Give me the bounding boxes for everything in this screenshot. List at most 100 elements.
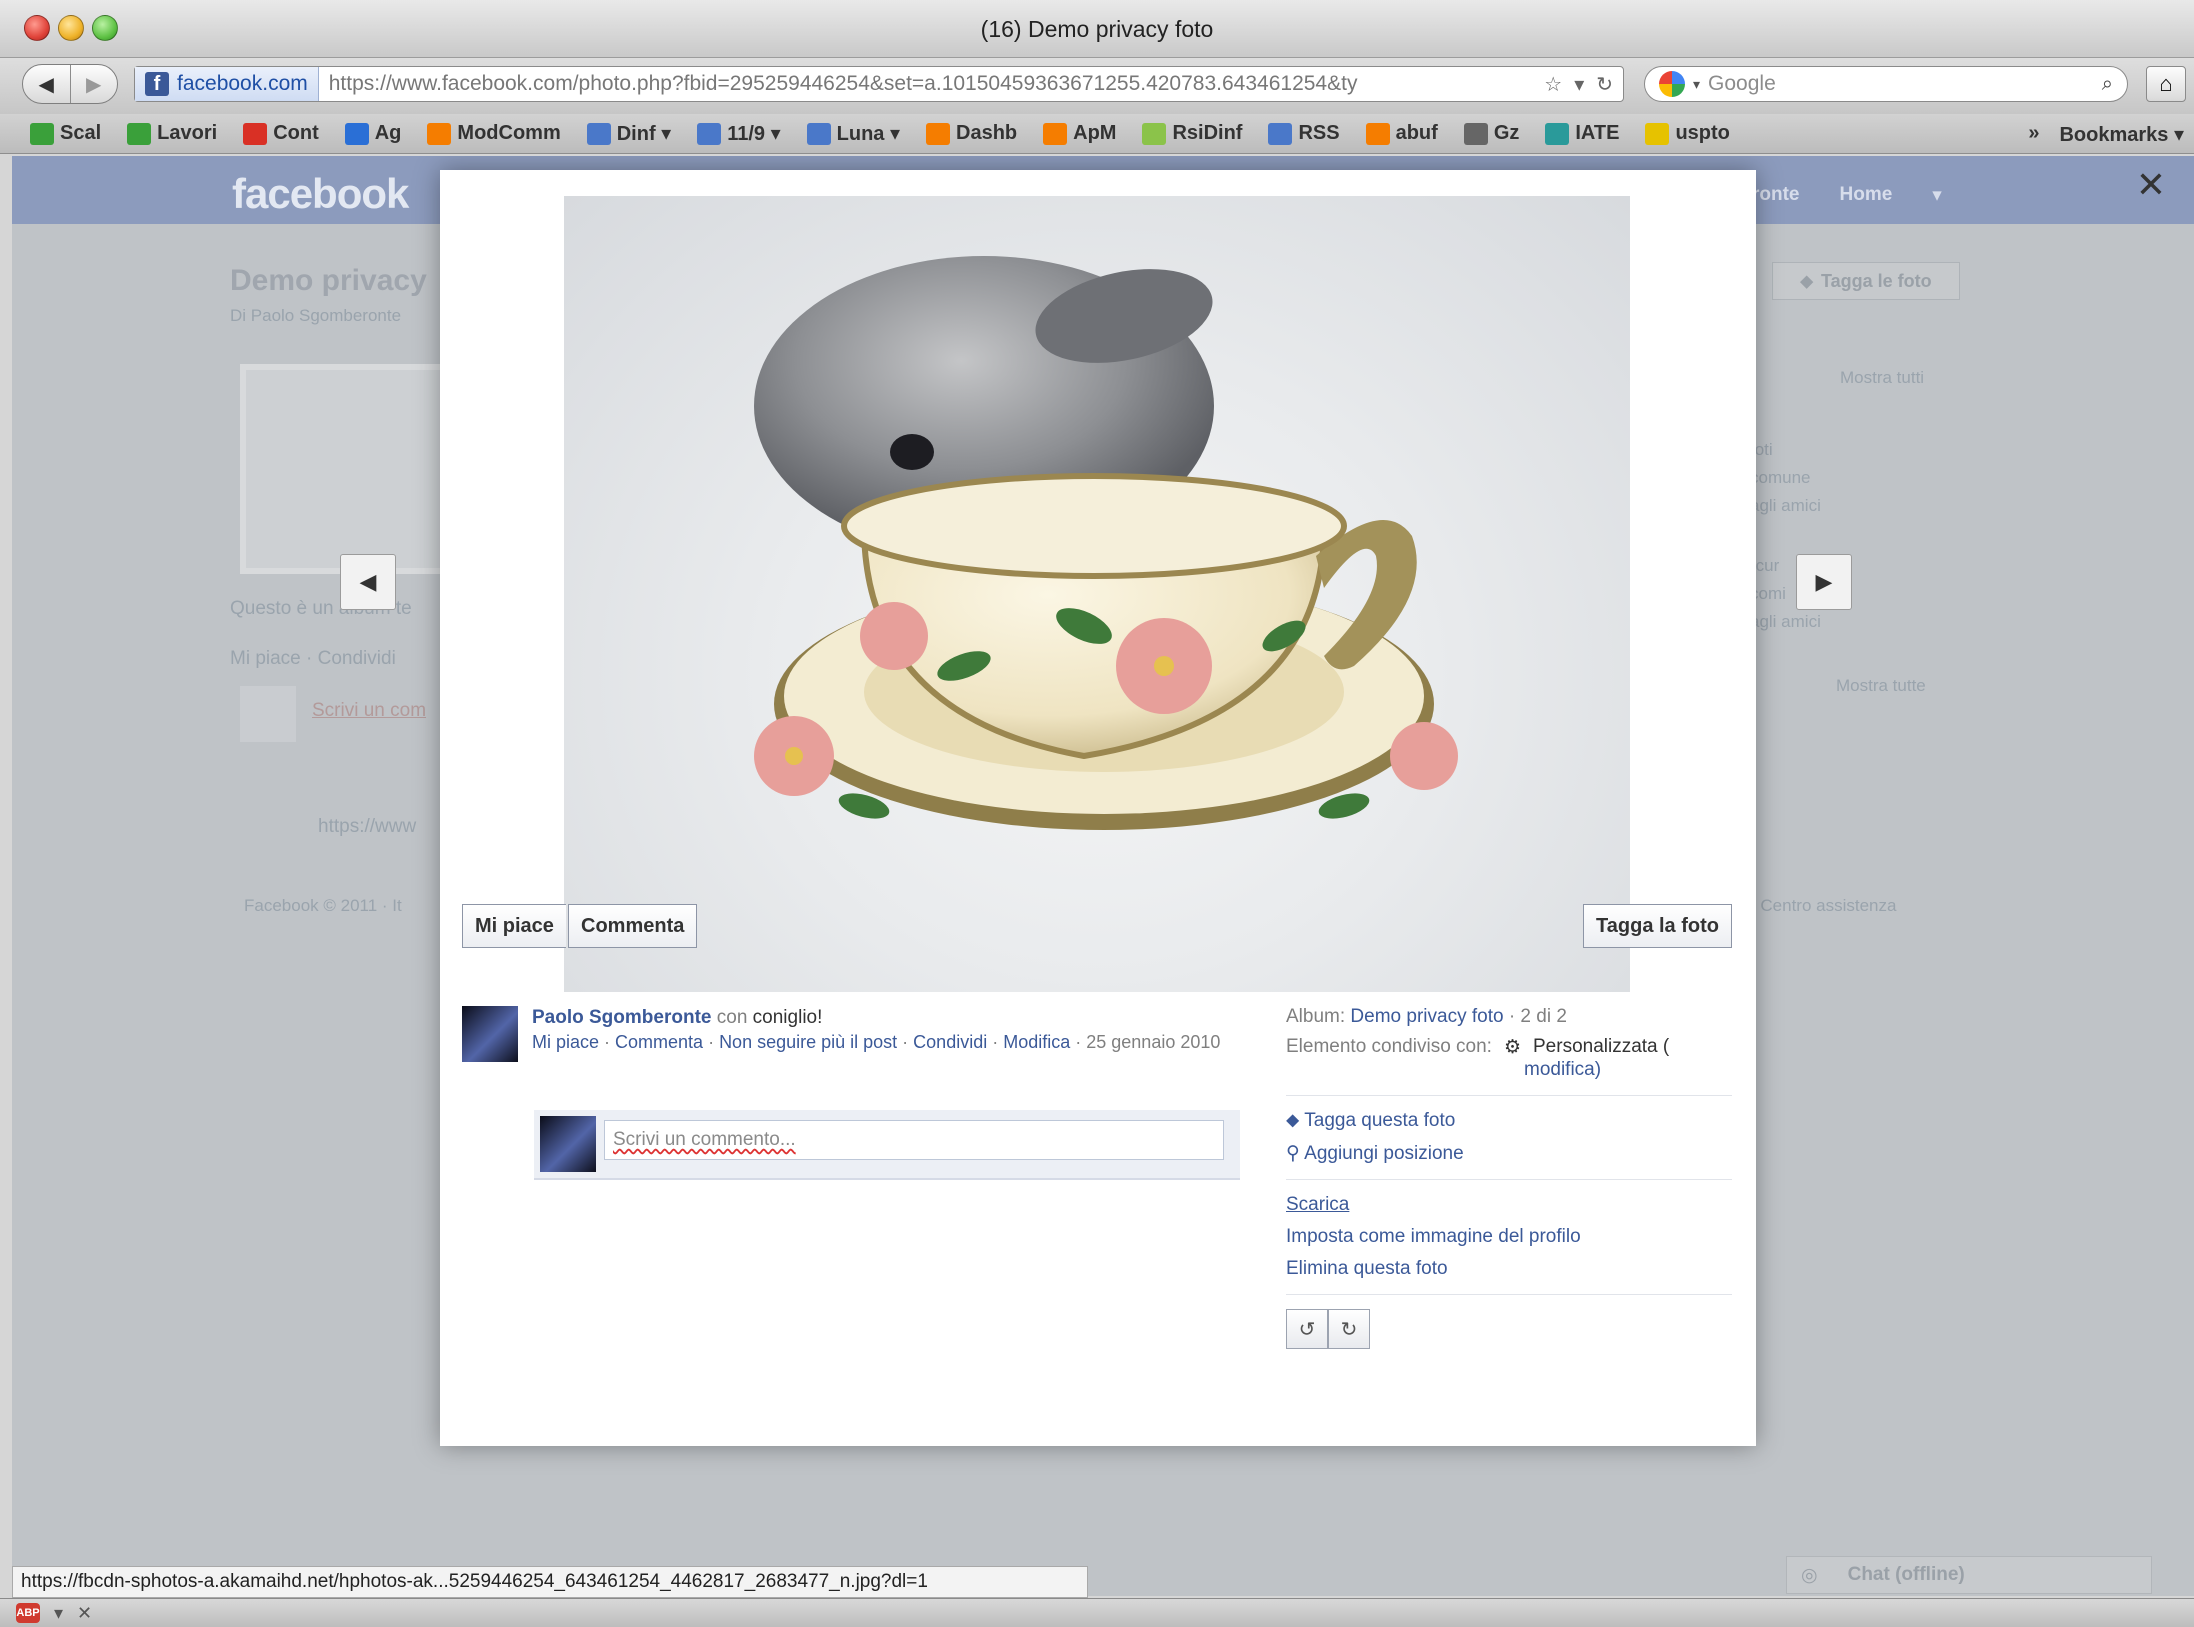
address-bar[interactable]: f facebook.com https://www.facebook.com/… [134,66,1624,102]
bg-tag-photos-button[interactable]: ⬥ Tagga le foto [1772,262,1960,300]
bookmark-item[interactable]: Scal [30,122,101,145]
bookmarks-menu-button[interactable]: Bookmarks ▾ [2059,122,2184,147]
album-link[interactable]: https://www [318,816,416,838]
site-identity-button[interactable]: f facebook.com [135,67,319,101]
action-share-link[interactable]: Condividi [913,1032,987,1052]
close-viewer-icon[interactable]: ✕ [2136,164,2166,206]
bookmark-label: RsiDinf [1172,122,1243,144]
action-like-link[interactable]: Mi piace [532,1032,599,1052]
bookmark-item[interactable]: uspto [1645,122,1730,145]
footer-help-link[interactable]: · Centro assistenza [1750,896,1896,916]
title-bar: (16) Demo privacy foto [0,0,2194,58]
grid-icon [30,122,54,145]
chat-sidebar-tab[interactable]: ◎ Chat (offline) [1786,1556,2152,1594]
bookmark-star-icon[interactable]: ☆ [1544,72,1562,97]
bookmark-item[interactable]: Dinf ▾ [586,121,672,146]
bookmark-item[interactable]: 11/9 ▾ [697,121,781,146]
rotate-left-icon[interactable]: ↺ [1286,1309,1328,1349]
bg-avatar [240,686,296,742]
with-text: con [711,1007,753,1028]
bookmark-label: ModComm [457,122,561,144]
album-link[interactable]: Demo privacy foto [1350,1006,1503,1027]
privacy-edit-link[interactable]: modifica) [1524,1059,1601,1080]
bookmark-item[interactable]: Ag [344,122,401,145]
tagged-text: coniglio! [752,1007,823,1028]
action-edit-link[interactable]: Modifica [1003,1032,1070,1052]
search-magnifier-icon[interactable]: ⌕ [2102,73,2113,96]
action-unfollow-link[interactable]: Non seguire più il post [719,1032,897,1052]
photo-image[interactable] [564,196,1630,992]
bookmark-item[interactable]: RsiDinf [1142,122,1242,145]
header-home-link[interactable]: Home [1840,184,1893,207]
bookmark-item[interactable]: RSS [1268,122,1340,145]
author-link[interactable]: Paolo Sgomberonte [532,1007,711,1028]
bookmark-item[interactable]: Gz [1463,122,1519,145]
album-title: Demo privacy [230,264,427,297]
bookmark-item[interactable]: Dashb [926,122,1017,145]
action-comment-link[interactable]: Commenta [615,1032,703,1052]
rotate-right-icon[interactable]: ↻ [1328,1309,1370,1349]
bg-tag-photos-label: Tagga le foto [1820,270,1932,291]
bookmark-item[interactable]: ModComm [427,122,561,145]
photo-viewer-dialog: Mi piace Commenta Tagga la foto Paolo Sg… [440,170,1756,1446]
reload-icon[interactable]: ↻ [1596,72,1613,97]
tag-photo-button[interactable]: Tagga la foto [1583,904,1732,948]
privacy-setting[interactable]: Personalizzata ( [1533,1036,1669,1059]
photo-info-panel: Album: Demo privacy foto · 2 di 2 Elemen… [1286,1006,1732,1349]
search-bar[interactable]: ▾ Google ⌕ [1644,66,2128,102]
add-location-link[interactable]: Aggiungi posizione [1304,1143,1464,1164]
album-label: Album: [1286,1006,1351,1027]
status-bar-url: https://fbcdn-sphotos-a.akamaihd.net/hph… [12,1566,1088,1598]
previous-photo-button[interactable]: ◀ [340,554,396,610]
comment-photo-button[interactable]: Commenta [568,904,698,948]
back-button[interactable]: ◀ [23,65,70,103]
url-text[interactable]: https://www.facebook.com/photo.php?fbid=… [319,72,1545,96]
delete-photo-link[interactable]: Elimina questa foto [1286,1258,1448,1279]
bookmark-item[interactable]: Lavori [127,122,217,145]
bookmarks-overflow-icon[interactable]: » [2028,122,2039,147]
tag-this-photo-link[interactable]: Tagga questa foto [1304,1110,1455,1131]
album-thumbnail[interactable] [240,364,450,574]
comment-input[interactable]: Scrivi un commento... [604,1120,1224,1160]
bookmark-label: Dashb [956,122,1018,144]
back-forward-buttons: ◀ ▶ [22,64,118,104]
search-input[interactable]: Google [1708,72,2094,96]
download-link[interactable]: Scarica [1286,1194,1349,1215]
divider [1286,1179,1732,1180]
chat-status[interactable]: Chat (offline) [1848,1564,1965,1586]
addon-close-icon[interactable]: ✕ [77,1603,92,1624]
side-text: comune [1750,468,1811,487]
forward-button[interactable]: ▶ [69,65,118,103]
history-dropdown-icon[interactable]: ▾ [1574,72,1584,97]
set-profile-picture-link[interactable]: Imposta come immagine del profilo [1286,1226,1581,1247]
bookmark-item[interactable]: abuf [1365,122,1438,145]
home-button[interactable]: ⌂ [2146,66,2186,102]
bookmark-label: Scal [60,122,102,144]
bookmark-item[interactable]: Cont [243,122,319,145]
author-avatar[interactable] [462,1006,518,1062]
bookmark-item[interactable]: IATE [1545,122,1619,145]
header-profile-link[interactable]: ronte [1752,184,1800,207]
bookmark-item[interactable]: ApM [1043,122,1116,145]
bg-comment-input[interactable]: Scrivi un com [312,700,426,722]
adblock-icon[interactable]: ABP [16,1603,40,1623]
bunny-in-teacup-illustration [754,256,1458,830]
chat-globe-icon[interactable]: ◎ [1801,1564,1818,1587]
show-all-link[interactable]: Mostra tutti [1840,368,1924,388]
like-photo-button[interactable]: Mi piace [462,904,566,948]
tag-icon: ⬥ [1286,1110,1305,1131]
bookmark-label: Cont [273,122,319,144]
next-photo-button[interactable]: ▶ [1796,554,1852,610]
google-engine-icon[interactable] [1659,71,1685,97]
divider [1286,1294,1732,1295]
header-account-dropdown[interactable]: ▾ [1932,184,1942,207]
album-actions[interactable]: Mi piace · Condividi [230,648,396,670]
grid-icon [127,122,152,145]
bookmark-label: Dinf ▾ [616,123,672,145]
bookmark-item[interactable]: Luna ▾ [806,121,900,146]
addon-dropdown-icon[interactable]: ▾ [54,1603,63,1624]
facebook-logo[interactable]: facebook [232,170,409,218]
engine-dropdown-icon[interactable]: ▾ [1693,76,1700,93]
show-all-link-2[interactable]: Mostra tutte [1836,676,1926,696]
commenter-avatar [540,1116,596,1172]
